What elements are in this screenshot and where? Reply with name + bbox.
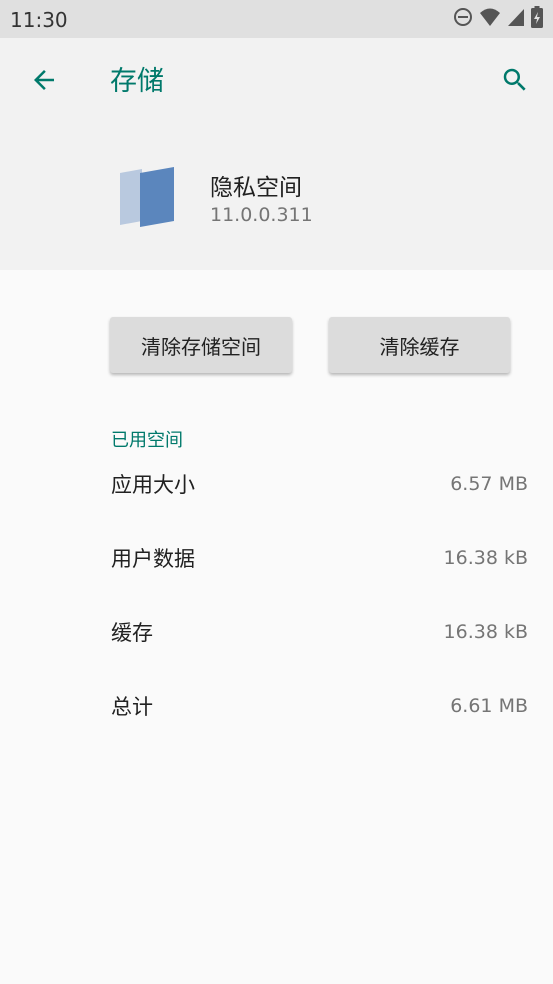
app-name: 隐私空间 — [210, 175, 302, 201]
row-label: 总计 — [111, 695, 153, 719]
row-label: 用户数据 — [111, 547, 195, 571]
battery-charging-icon — [531, 6, 543, 32]
clear-storage-button[interactable]: 清除存储空间 — [110, 317, 292, 373]
do-not-disturb-icon — [453, 7, 473, 31]
page-title: 存储 — [110, 66, 164, 97]
status-icons — [453, 6, 543, 32]
arrow-back-icon — [29, 65, 59, 99]
storage-row-app-size: 应用大小 6.57 MB — [111, 464, 528, 504]
row-label: 缓存 — [111, 621, 153, 645]
wifi-icon — [479, 7, 501, 31]
row-value: 16.38 kB — [443, 547, 528, 569]
row-value: 6.61 MB — [450, 695, 528, 717]
search-button[interactable] — [495, 62, 535, 102]
status-time: 11:30 — [10, 8, 68, 32]
clear-cache-button[interactable]: 清除缓存 — [329, 317, 510, 373]
storage-row-total: 总计 6.61 MB — [111, 686, 528, 726]
privacy-space-app-icon — [116, 163, 180, 227]
signal-icon — [507, 7, 525, 31]
storage-row-user-data: 用户数据 16.38 kB — [111, 538, 528, 578]
storage-row-cache: 缓存 16.38 kB — [111, 612, 528, 652]
row-value: 16.38 kB — [443, 621, 528, 643]
row-value: 6.57 MB — [450, 473, 528, 495]
row-label: 应用大小 — [111, 473, 195, 497]
status-bar: 11:30 — [0, 0, 553, 38]
app-version: 11.0.0.311 — [210, 204, 313, 226]
back-button[interactable] — [24, 62, 64, 102]
used-space-section-title: 已用空间 — [111, 430, 183, 451]
app-header: 存储 隐私空间 11.0.0.311 — [0, 38, 553, 270]
search-icon — [500, 65, 530, 99]
